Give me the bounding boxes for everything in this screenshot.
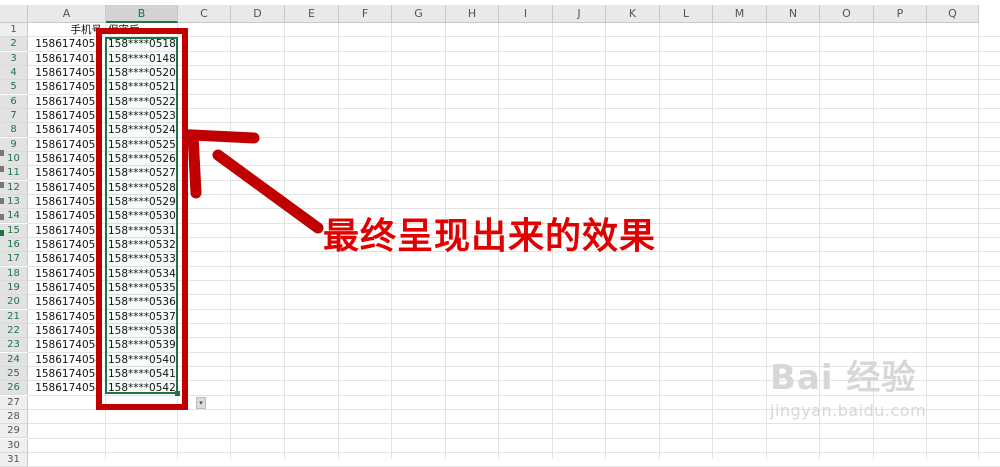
watermark-url: jingyan.baidu.com bbox=[770, 401, 927, 420]
watermark-brand: Bai 经验 bbox=[770, 358, 917, 398]
arrow-shaft bbox=[212, 149, 324, 234]
annotation-text: 最终呈现出来的效果 bbox=[323, 216, 657, 257]
baidu-watermark: Bai 经验 jingyan.baidu.com bbox=[770, 350, 926, 420]
